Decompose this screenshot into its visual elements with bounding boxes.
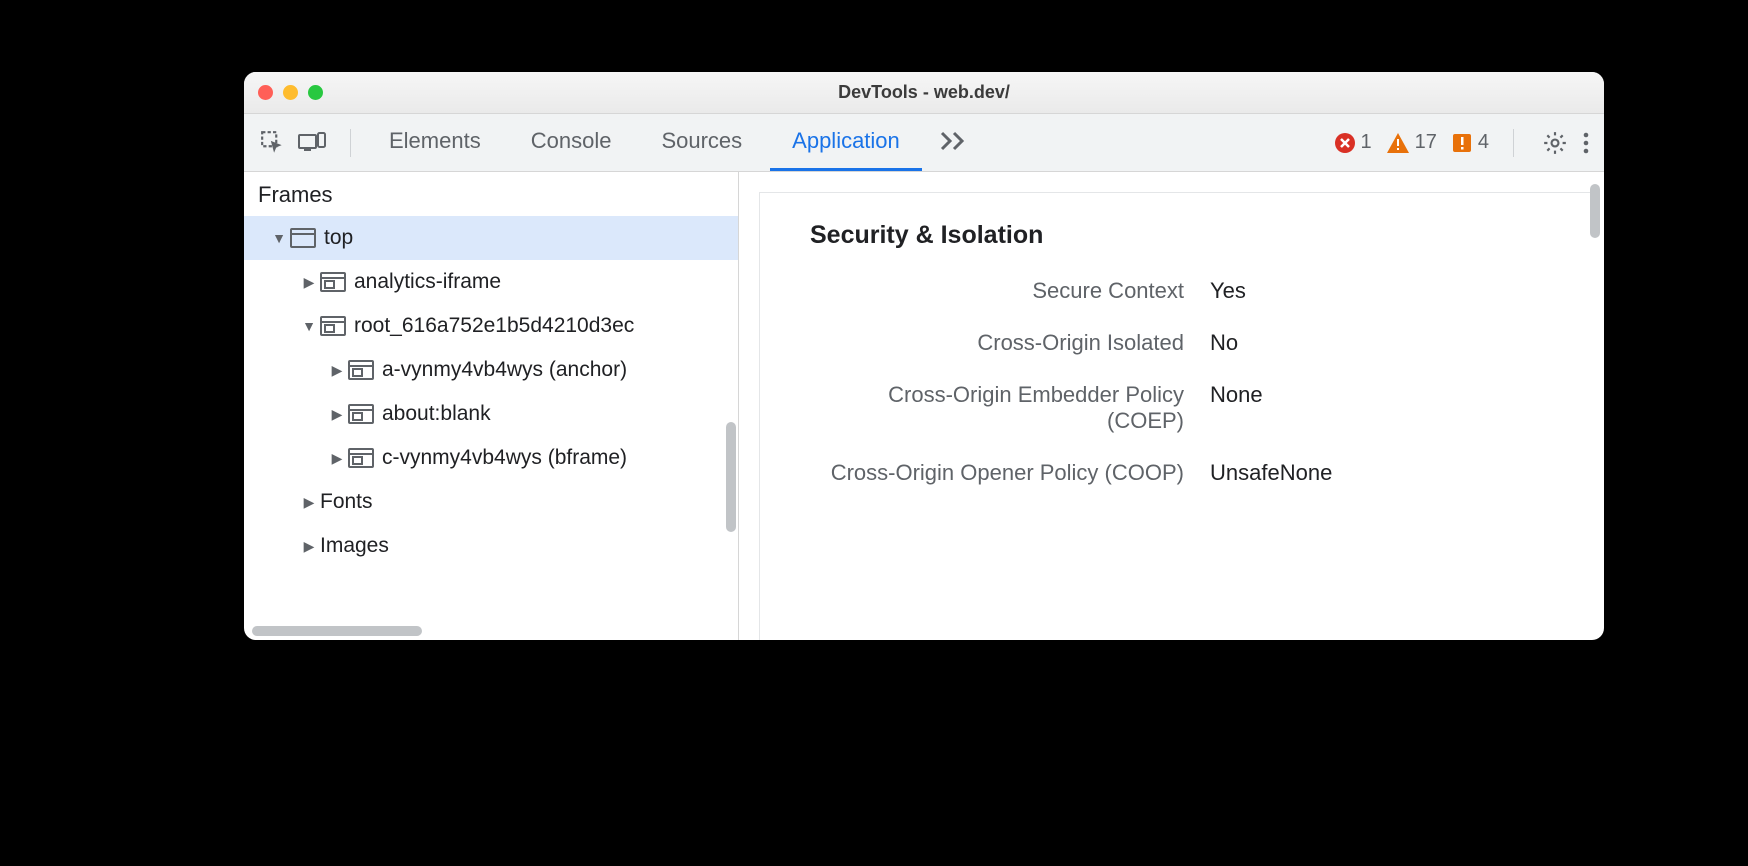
- triangle-right-icon[interactable]: ▶: [330, 406, 344, 423]
- iframe-icon: [320, 316, 346, 336]
- detail-key: Secure Context: [810, 278, 1210, 304]
- device-toolbar-icon[interactable]: [298, 132, 326, 154]
- detail-value: No: [1210, 330, 1238, 356]
- sidebar-scrollbar-horizontal[interactable]: [252, 626, 422, 636]
- window-title: DevTools - web.dev/: [244, 82, 1604, 103]
- tree-row[interactable]: ▶ about:blank: [244, 392, 738, 436]
- tab-label: Sources: [661, 128, 742, 154]
- titlebar: DevTools - web.dev/: [244, 72, 1604, 114]
- issues-counter[interactable]: 4: [1451, 131, 1489, 154]
- detail-value: None: [1210, 382, 1263, 408]
- tab-sources[interactable]: Sources: [639, 114, 764, 171]
- detail-row: Cross-Origin Opener Policy (COOP)UnsafeN…: [810, 460, 1560, 486]
- section-title: Security & Isolation: [810, 221, 1560, 250]
- errors-counter[interactable]: 1: [1334, 131, 1372, 154]
- iframe-icon: [320, 272, 346, 292]
- warnings-counter[interactable]: 17: [1386, 131, 1437, 154]
- devtools-body: Frames ▼ top ▶ analytics-iframe ▼ root_616a75…: [244, 172, 1604, 640]
- tree-label: c-vynmy4vb4wys (bframe): [382, 446, 627, 470]
- detail-key: Cross-Origin Embedder Policy (COEP): [810, 382, 1210, 434]
- tree-label: Images: [320, 534, 389, 558]
- devtools-toolbar: Elements Console Sources Application 1 1…: [244, 114, 1604, 172]
- tab-label: Console: [531, 128, 612, 154]
- tab-label: Elements: [389, 128, 481, 154]
- tab-application[interactable]: Application: [770, 114, 922, 171]
- triangle-down-icon[interactable]: ▼: [302, 318, 316, 334]
- iframe-icon: [348, 360, 374, 380]
- tree-row[interactable]: ▶Images: [244, 524, 738, 568]
- minimize-window-button[interactable]: [283, 85, 298, 100]
- tree-label: root_616a752e1b5d4210d3ec: [354, 314, 634, 338]
- tree-label: a-vynmy4vb4wys (anchor): [382, 358, 627, 382]
- tree-label: top: [324, 226, 353, 250]
- inspect-element-icon[interactable]: [260, 130, 286, 156]
- tab-console[interactable]: Console: [509, 114, 634, 171]
- error-icon: [1334, 132, 1356, 154]
- devtools-window: DevTools - web.dev/ Elements Console Sou…: [244, 72, 1604, 640]
- detail-row: Cross-Origin Embedder Policy (COEP)None: [810, 382, 1560, 434]
- detail-key: Cross-Origin Isolated: [810, 330, 1210, 356]
- tab-elements[interactable]: Elements: [367, 114, 503, 171]
- detail-scrollbar-vertical[interactable]: [1590, 184, 1600, 238]
- sidebar-scrollbar-vertical[interactable]: [726, 422, 736, 532]
- triangle-right-icon[interactable]: ▶: [302, 494, 316, 511]
- iframe-icon: [348, 404, 374, 424]
- tab-label: Application: [792, 128, 900, 154]
- errors-count: 1: [1361, 131, 1372, 154]
- warnings-count: 17: [1415, 131, 1437, 154]
- tree-row[interactable]: ▶Fonts: [244, 480, 738, 524]
- triangle-right-icon[interactable]: ▶: [302, 274, 316, 291]
- sidebar-heading: Frames: [244, 172, 738, 216]
- issues-icon: [1451, 132, 1473, 154]
- triangle-down-icon[interactable]: ▼: [272, 230, 286, 246]
- triangle-right-icon[interactable]: ▶: [330, 450, 344, 467]
- tree-label: Fonts: [320, 490, 373, 514]
- detail-key: Cross-Origin Opener Policy (COOP): [810, 460, 1210, 486]
- detail-row: Cross-Origin IsolatedNo: [810, 330, 1560, 356]
- window-icon: [290, 228, 316, 248]
- traffic-lights: [258, 85, 323, 100]
- issues-count: 4: [1478, 131, 1489, 154]
- status-counters: 1 17 4: [1326, 131, 1498, 154]
- tree-row[interactable]: ▼ root_616a752e1b5d4210d3ec: [244, 304, 738, 348]
- detail-value: Yes: [1210, 278, 1246, 304]
- frames-sidebar: Frames ▼ top ▶ analytics-iframe ▼ root_616a75…: [244, 172, 739, 640]
- close-window-button[interactable]: [258, 85, 273, 100]
- tree-row[interactable]: ▶ c-vynmy4vb4wys (bframe): [244, 436, 738, 480]
- triangle-right-icon[interactable]: ▶: [330, 362, 344, 379]
- iframe-icon: [348, 448, 374, 468]
- detail-row: Secure ContextYes: [810, 278, 1560, 304]
- settings-icon[interactable]: [1542, 130, 1568, 156]
- tree-row[interactable]: ▶ analytics-iframe: [244, 260, 738, 304]
- toolbar-separator: [350, 129, 351, 157]
- chevrons-right-icon: [940, 131, 966, 151]
- zoom-window-button[interactable]: [308, 85, 323, 100]
- tree-label: about:blank: [382, 402, 491, 426]
- kebab-menu-icon[interactable]: [1582, 131, 1590, 155]
- tree-label: analytics-iframe: [354, 270, 501, 294]
- tree-row[interactable]: ▼ top: [244, 216, 738, 260]
- frame-detail-panel: Security & Isolation Secure ContextYesCr…: [739, 172, 1604, 640]
- warning-icon: [1386, 132, 1410, 154]
- triangle-right-icon[interactable]: ▶: [302, 538, 316, 555]
- more-tabs-button[interactable]: [928, 127, 978, 158]
- detail-value: UnsafeNone: [1210, 460, 1332, 486]
- tree-row[interactable]: ▶ a-vynmy4vb4wys (anchor): [244, 348, 738, 392]
- toolbar-separator: [1513, 129, 1514, 157]
- frames-tree: ▼ top ▶ analytics-iframe ▼ root_616a752e1b5d4…: [244, 216, 738, 568]
